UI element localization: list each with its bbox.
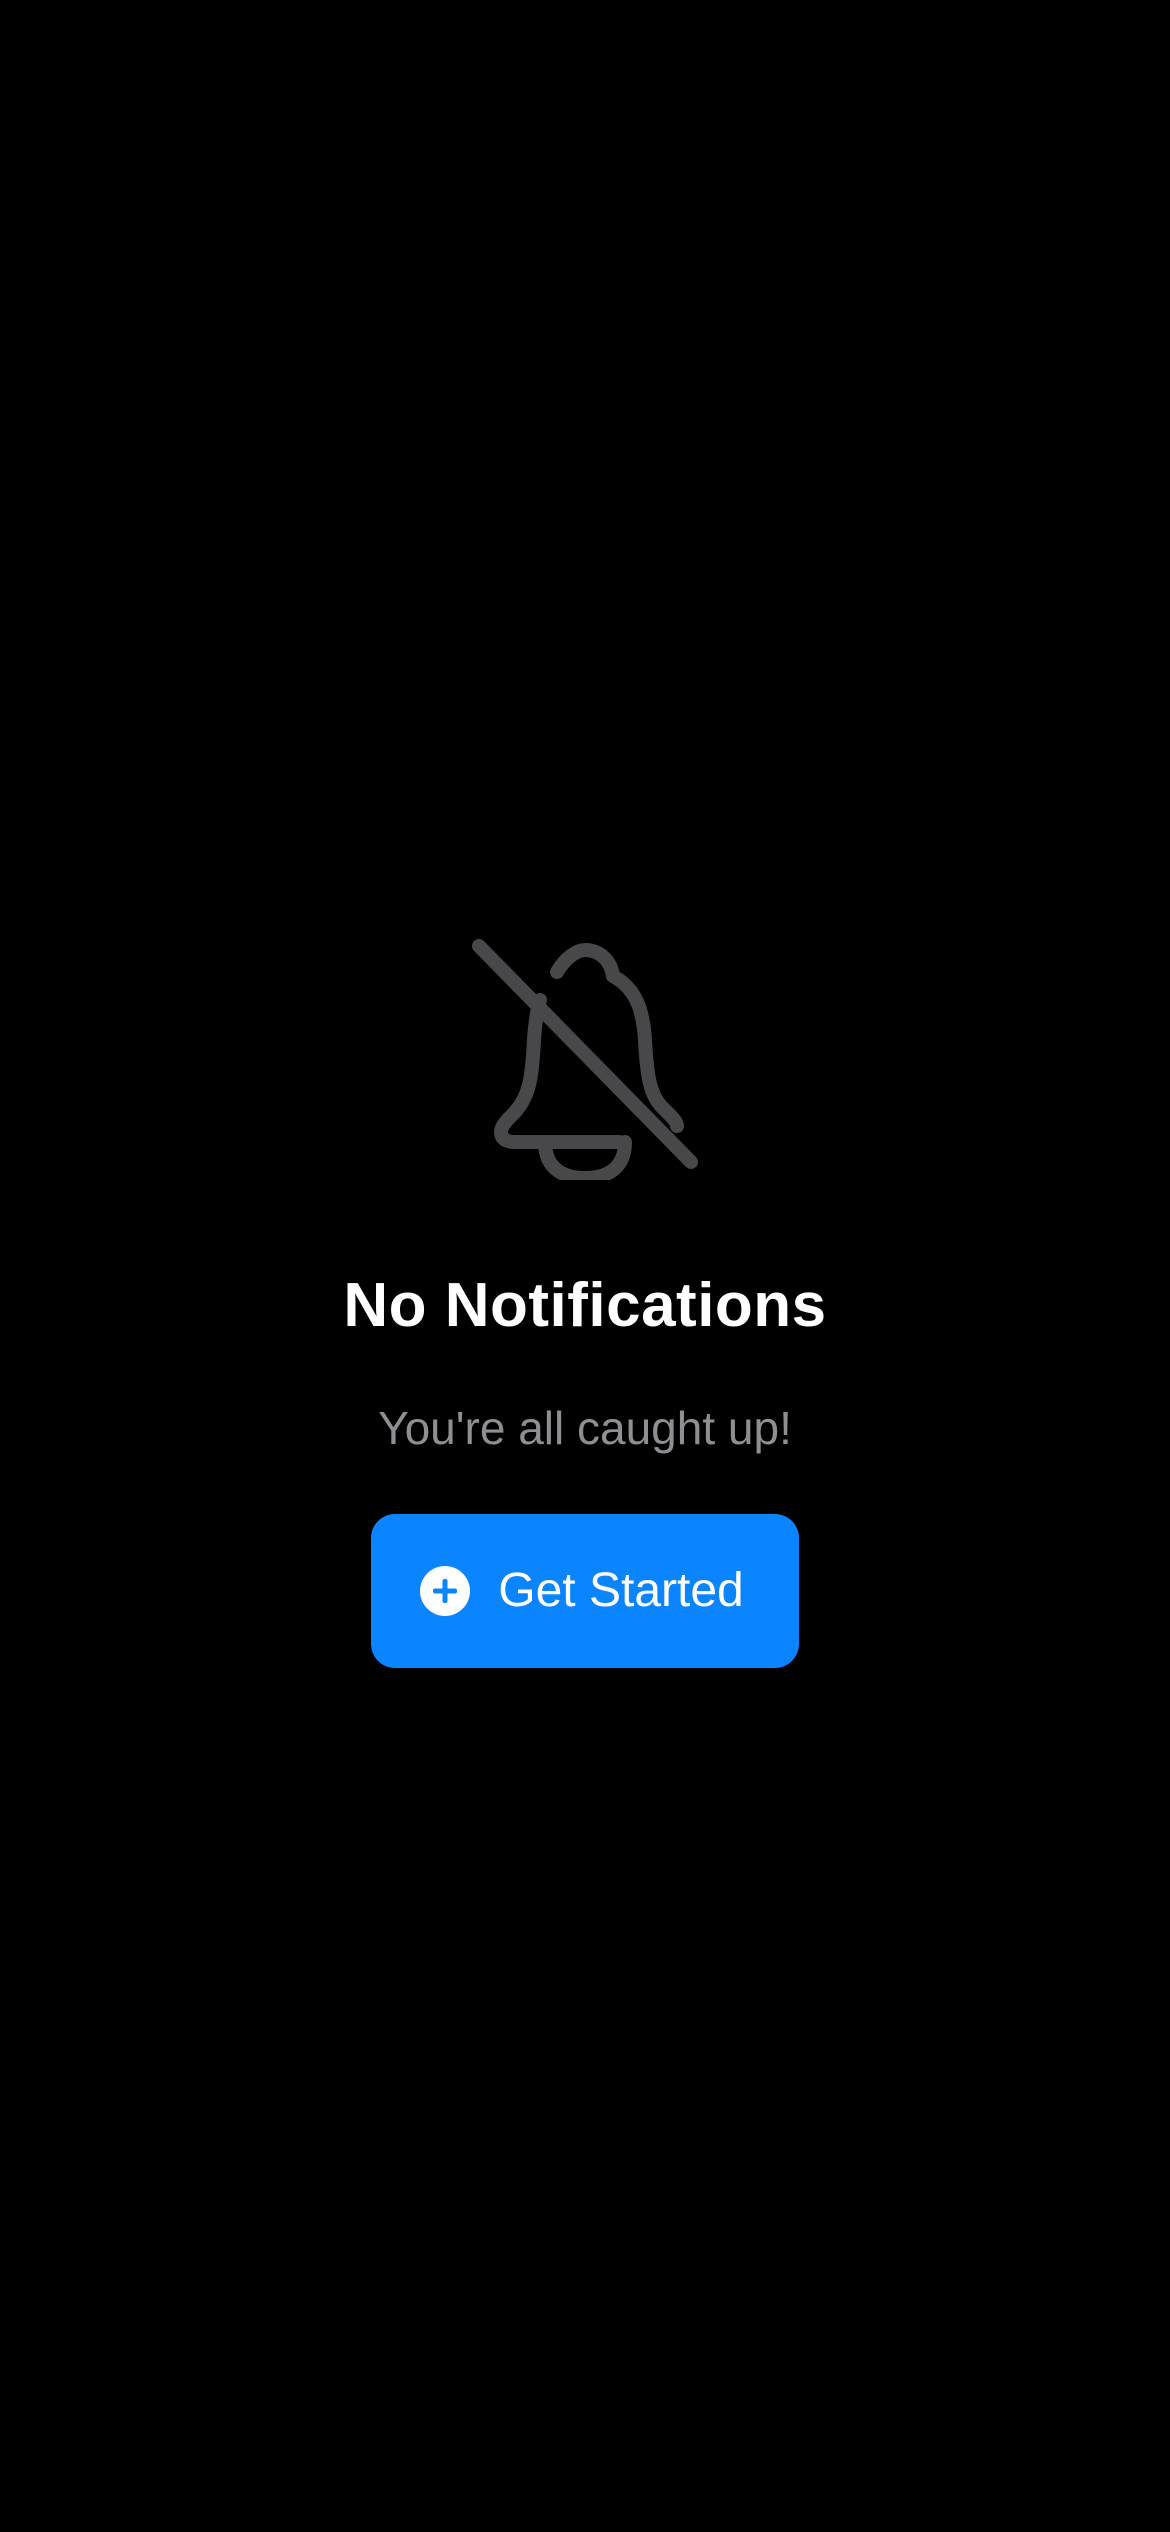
get-started-label: Get Started: [498, 1564, 744, 1617]
plus-circle-icon: [420, 1566, 471, 1616]
empty-state-subtitle: You're all caught up!: [378, 1402, 792, 1454]
bell-slash-icon: [465, 930, 705, 1180]
empty-state-title: No Notifications: [343, 1271, 827, 1340]
notifications-screen: No Notifications You're all caught up! G…: [0, 0, 1170, 2532]
get-started-button[interactable]: Get Started: [371, 1514, 799, 1668]
empty-state: No Notifications You're all caught up! G…: [0, 930, 1170, 1668]
